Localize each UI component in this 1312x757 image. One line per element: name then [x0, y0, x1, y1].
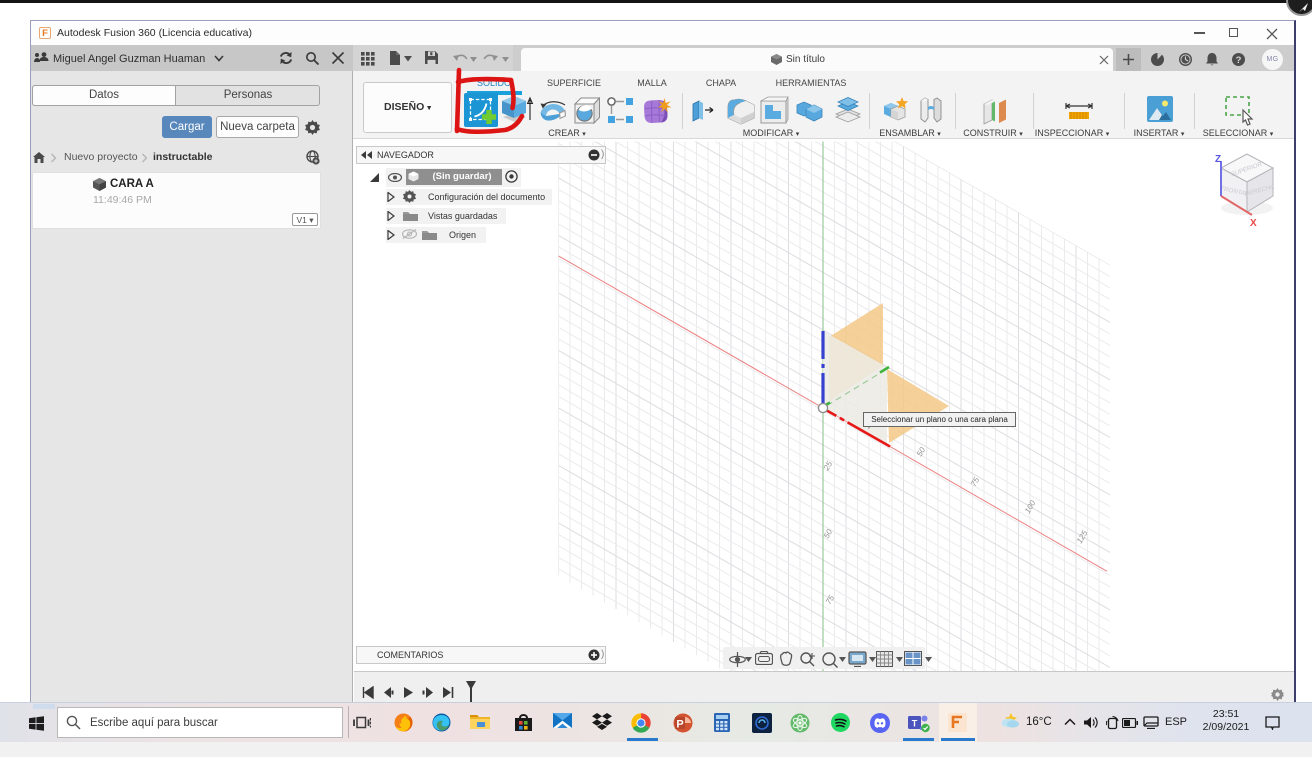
svg-text:100: 100: [1023, 498, 1038, 515]
svg-text:P: P: [676, 719, 683, 731]
svg-text:Z: Z: [1215, 154, 1221, 165]
svg-text:?: ?: [1236, 55, 1242, 66]
svg-text:T: T: [912, 719, 918, 729]
svg-text:50: 50: [915, 445, 928, 458]
svg-text:50: 50: [822, 527, 835, 540]
svg-text:X: X: [1250, 218, 1257, 229]
